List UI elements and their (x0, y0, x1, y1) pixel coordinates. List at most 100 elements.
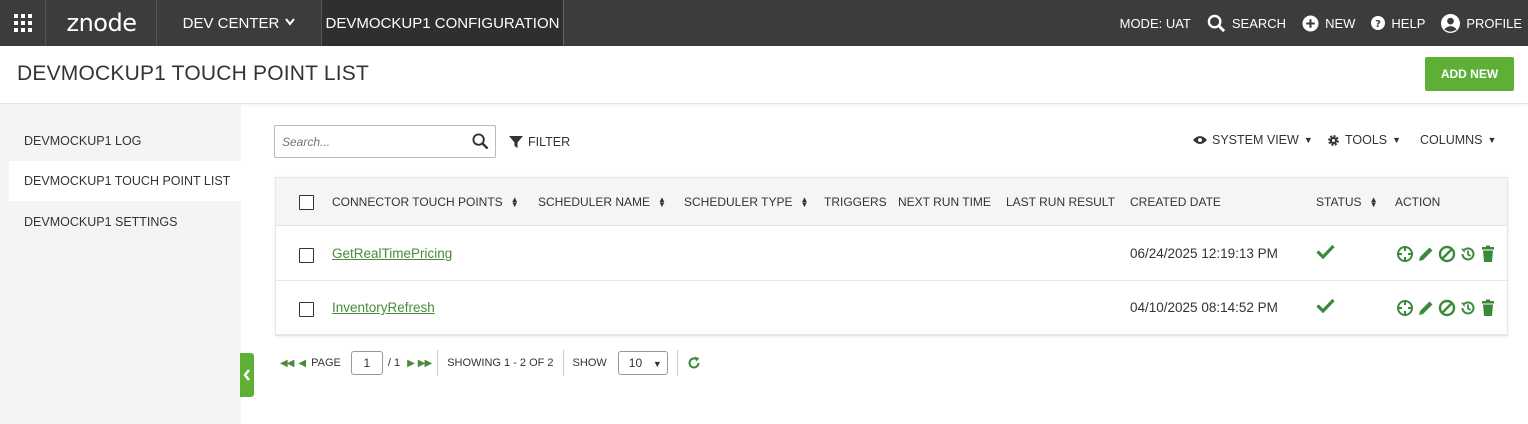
row-checkbox[interactable] (299, 302, 314, 317)
select-all-checkbox[interactable] (299, 195, 314, 210)
collapse-sidebar-button[interactable] (240, 353, 254, 397)
delete-trash-icon[interactable] (1480, 299, 1496, 317)
sort-icon: ▲ ▼ (800, 195, 809, 209)
page-size-select[interactable]: 10 ▼ (617, 351, 668, 375)
history-icon[interactable] (1459, 245, 1477, 263)
caret-down-icon: ▼ (1487, 135, 1497, 145)
prev-page-icon[interactable]: ◀ (298, 358, 306, 369)
column-header-status[interactable]: STATUS ▲ ▼ (1316, 195, 1377, 209)
column-header-connector-touch-points[interactable]: CONNECTOR TOUCH POINTS ▲ ▼ (332, 195, 519, 209)
columns-dropdown[interactable]: COLUMNS ▼ (1420, 133, 1496, 147)
run-target-icon[interactable] (1396, 299, 1414, 317)
status-active-check-icon (1316, 298, 1335, 313)
gear-icon (1328, 134, 1339, 146)
filter-icon (509, 136, 523, 148)
mode-indicator: MODE: UAT (1120, 16, 1191, 31)
delete-trash-icon[interactable] (1480, 245, 1496, 263)
mode-label: MODE: UAT (1119, 15, 1191, 31)
table-row: GetRealTimePricing 06/24/2025 12:19:13 P… (276, 227, 1507, 281)
status-active-check-icon (1316, 244, 1335, 259)
column-header-scheduler-type[interactable]: SCHEDULER TYPE ▲ ▼ (684, 195, 808, 209)
sidebar-item-label: DEVMOCKUP1 SETTINGS (24, 215, 178, 229)
row-checkbox[interactable] (299, 248, 314, 263)
tools-dropdown[interactable]: TOOLS ▼ (1327, 133, 1401, 147)
sidebar-item-touch-point-list[interactable]: DEVMOCKUP1 TOUCH POINT LIST (9, 161, 241, 201)
edit-pencil-icon[interactable] (1417, 245, 1435, 263)
first-page-icon[interactable]: ◀◀ (280, 358, 294, 369)
page-size-value: 10 (628, 356, 643, 370)
disable-icon[interactable] (1438, 299, 1456, 317)
chevron-down-icon (285, 17, 296, 29)
column-header-last-run-result: LAST RUN RESULT (1006, 195, 1115, 209)
created-date: 06/24/2025 12:19:13 PM (1130, 246, 1278, 261)
touch-point-name-link[interactable]: GetRealTimePricing (332, 246, 452, 261)
caret-down-icon: ▼ (652, 359, 662, 369)
column-header-created-date: CREATED DATE (1130, 195, 1221, 209)
dev-center-menu[interactable]: DEV CENTER (157, 0, 322, 46)
divider (437, 350, 439, 376)
sidebar-item-label: DEVMOCKUP1 TOUCH POINT LIST (24, 174, 231, 188)
help-icon: ? (1371, 16, 1386, 30)
sort-icon: ▲ ▼ (658, 195, 666, 209)
search-icon (1207, 14, 1225, 32)
column-header-next-run-time: NEXT RUN TIME (898, 195, 991, 209)
sidebar-item-settings[interactable]: DEVMOCKUP1 SETTINGS (9, 202, 241, 242)
help-nav-button[interactable]: ? HELP (1371, 16, 1425, 31)
touch-point-table: CONNECTOR TOUCH POINTS ▲ ▼ SCHEDULER NAME ▲… (275, 177, 1508, 336)
configuration-tab[interactable]: DEVMOCKUP1 CONFIGURATION (322, 0, 564, 46)
history-icon[interactable] (1459, 299, 1477, 317)
edit-pencil-icon[interactable] (1417, 299, 1435, 317)
search-input[interactable] (282, 133, 462, 151)
profile-nav-label: PROFILE (1466, 15, 1522, 31)
add-new-button[interactable]: ADD NEW (1425, 57, 1514, 91)
page-title: DEVMOCKUP1 TOUCH POINT LIST (17, 62, 369, 85)
page-label: PAGE (311, 357, 341, 369)
search-box (274, 125, 496, 158)
filter-button[interactable]: FILTER (509, 135, 570, 149)
pagination-bar: ◀◀ ◀ PAGE 1 / 1 ▶ ▶▶ SHOWING 1 - 2 OF 2 … (280, 349, 701, 377)
column-header-triggers: TRIGGERS (824, 195, 887, 209)
new-nav-button[interactable]: NEW (1302, 14, 1356, 32)
column-header-scheduler-name[interactable]: SCHEDULER NAME ▲ ▼ (538, 195, 666, 209)
search-nav-button[interactable]: SEARCH (1207, 14, 1286, 33)
page-number-input[interactable]: 1 (350, 351, 383, 375)
system-view-dropdown[interactable]: SYSTEM VIEW ▼ (1193, 133, 1313, 147)
next-page-icon[interactable]: ▶ (407, 358, 415, 369)
touch-point-name-link[interactable]: InventoryRefresh (332, 300, 435, 315)
chevron-left-icon (243, 369, 250, 381)
columns-label: COLUMNS (1420, 133, 1483, 147)
system-view-label: SYSTEM VIEW (1212, 133, 1299, 147)
show-label: SHOW (572, 357, 607, 369)
svg-text:?: ? (1376, 19, 1382, 30)
disable-icon[interactable] (1438, 245, 1456, 263)
caret-down-icon: ▼ (1303, 135, 1313, 145)
app-grid-icon[interactable] (0, 0, 46, 46)
divider (676, 350, 678, 376)
plus-circle-icon (1302, 14, 1319, 32)
znode-logo[interactable]: znode (47, 0, 157, 46)
help-nav-label: HELP (1391, 15, 1426, 31)
top-navigation-bar: znode DEV CENTER DEVMOCKUP1 CONFIGURATIO… (0, 0, 1528, 46)
profile-nav-button[interactable]: PROFILE (1441, 13, 1522, 33)
filter-label: FILTER (528, 135, 571, 149)
row-actions (1396, 299, 1499, 317)
page-header: DEVMOCKUP1 TOUCH POINT LIST ADD NEW (0, 46, 1528, 104)
row-actions (1396, 245, 1499, 263)
page-total: / 1 (387, 357, 401, 369)
tools-label: TOOLS (1345, 133, 1388, 147)
last-page-icon[interactable]: ▶▶ (418, 358, 432, 369)
refresh-icon[interactable] (687, 356, 701, 370)
user-profile-icon (1441, 13, 1461, 33)
search-icon[interactable] (472, 133, 489, 150)
new-nav-label: NEW (1325, 15, 1356, 31)
sidebar: DEVMOCKUP1 LOG DEVMOCKUP1 TOUCH POINT LI… (0, 105, 241, 424)
table-row: InventoryRefresh 04/10/2025 08:14:52 PM (276, 281, 1507, 335)
sort-icon: ▲ ▼ (1369, 195, 1378, 209)
showing-count: SHOWING 1 - 2 OF 2 (447, 357, 554, 369)
search-nav-label: SEARCH (1231, 15, 1287, 31)
dev-center-label: DEV CENTER (182, 14, 280, 32)
divider (562, 350, 564, 376)
sidebar-item-log[interactable]: DEVMOCKUP1 LOG (9, 121, 241, 161)
run-target-icon[interactable] (1396, 245, 1414, 263)
sort-icon: ▲ ▼ (510, 195, 519, 209)
